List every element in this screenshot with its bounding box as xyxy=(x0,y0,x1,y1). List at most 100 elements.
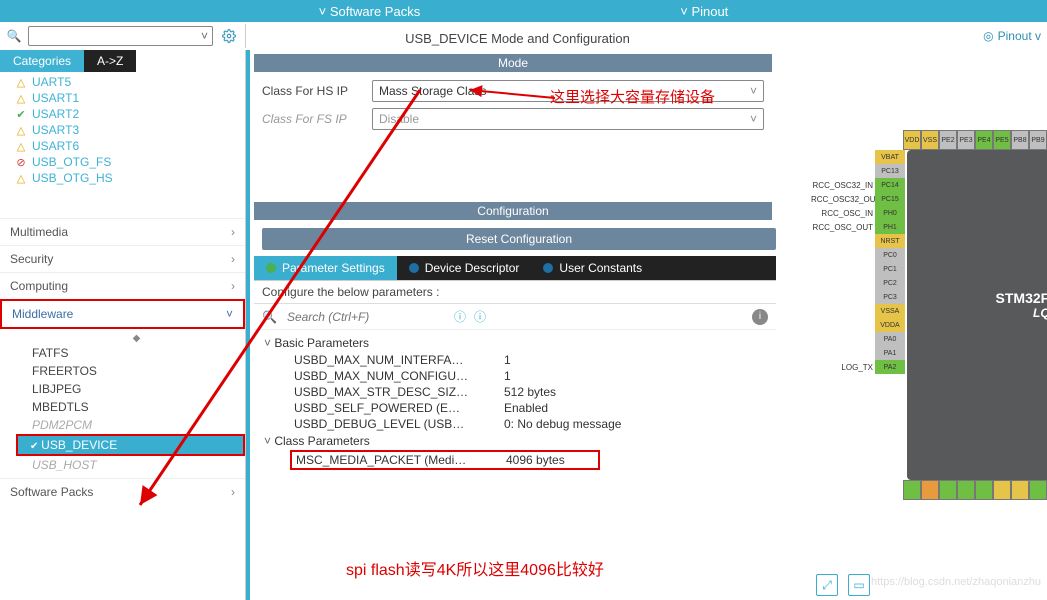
param-row[interactable]: USBD_MAX_NUM_INTERFA…1 xyxy=(264,352,766,368)
status-icon: △ xyxy=(14,140,28,153)
menu-pinout[interactable]: Pinout xyxy=(680,4,728,19)
chip-pin[interactable]: PB9 xyxy=(1029,130,1047,150)
gear-icon[interactable] xyxy=(219,26,239,46)
prev-icon[interactable]: ⓘ xyxy=(454,308,466,325)
chip-pin[interactable]: VBAT xyxy=(875,150,905,164)
chip-pin[interactable]: PA0 xyxy=(875,332,905,346)
param-row[interactable]: MSC_MEDIA_PACKET (Medi…4096 bytes xyxy=(290,450,600,470)
chip-pin[interactable]: VSSA xyxy=(875,304,905,318)
param-row[interactable]: USBD_SELF_POWERED (E…Enabled xyxy=(264,400,766,416)
tree-item-usart2[interactable]: ✔USART2 xyxy=(8,106,237,122)
search-nav[interactable]: ⓘⓘ xyxy=(454,308,486,325)
chip-pin[interactable]: VDD xyxy=(903,130,921,150)
tree-item-usart6[interactable]: △USART6 xyxy=(8,138,237,154)
category-middleware[interactable]: Middleware˅ xyxy=(0,299,245,329)
param-row[interactable]: USBD_MAX_STR_DESC_SIZ…512 bytes xyxy=(264,384,766,400)
chip-pin[interactable]: PE3 xyxy=(957,130,975,150)
class-fs-label: Class For FS IP xyxy=(262,112,372,126)
peripheral-search-combo[interactable] xyxy=(28,26,213,46)
status-icon: △ xyxy=(14,92,28,105)
pinout-view-button[interactable]: Pinout v xyxy=(998,29,1041,43)
target-icon[interactable]: ◎ xyxy=(983,29,993,43)
param-search-bar: 🔍 ⓘⓘ i xyxy=(254,304,776,330)
chip-pin[interactable]: PC3 xyxy=(875,290,905,304)
chip-pin[interactable]: PE2 xyxy=(939,130,957,150)
scroll-up-icon[interactable]: ◆ xyxy=(28,333,245,344)
chip-pin[interactable]: PB8 xyxy=(1011,130,1029,150)
config-header: Configuration xyxy=(254,202,772,220)
middleware-libjpeg[interactable]: LIBJPEG xyxy=(28,380,245,398)
tree-item-uart5[interactable]: △UART5 xyxy=(8,74,237,90)
status-icon: △ xyxy=(14,124,28,137)
chip-pin[interactable]: NRST xyxy=(875,234,905,248)
tab-parameter-settings[interactable]: Parameter Settings xyxy=(254,256,397,280)
chip-pin[interactable]: PC0 xyxy=(875,248,905,262)
chip-pin[interactable]: PE4 xyxy=(975,130,993,150)
search-icon: 🔍 xyxy=(262,310,277,324)
pin-label: LOG_TX xyxy=(811,363,875,372)
zoom-fit-button[interactable]: ⤢ xyxy=(816,574,838,596)
tree-item-usart3[interactable]: △USART3 xyxy=(8,122,237,138)
chip-pin[interactable]: PA2 xyxy=(875,360,905,374)
category-list: Multimedia› Security› Computing› Middlew… xyxy=(0,218,245,505)
chip-pin[interactable]: PC13 xyxy=(875,164,905,178)
param-row[interactable]: USBD_DEBUG_LEVEL (USB…0: No debug messag… xyxy=(264,416,766,432)
category-computing[interactable]: Computing› xyxy=(0,272,245,299)
chip-pin[interactable]: VSS xyxy=(921,130,939,150)
left-panel: Categories A->Z △UART5△USART1✔USART2△USA… xyxy=(0,50,246,600)
tab-user-constants[interactable]: User Constants xyxy=(531,256,654,280)
zoom-tool-button[interactable]: ▭ xyxy=(848,574,870,596)
group-basic-parameters[interactable]: Basic Parameters xyxy=(264,334,766,352)
info-icon[interactable]: i xyxy=(752,309,768,325)
tab-az[interactable]: A->Z xyxy=(84,50,136,72)
annotation-2: spi flash读写4K所以这里4096比较好 xyxy=(346,556,604,580)
chip-pin[interactable]: PC14 xyxy=(875,178,905,192)
chip-pin[interactable] xyxy=(903,480,921,500)
pin-label: RCC_OSC32_IN xyxy=(811,181,875,190)
status-icon: △ xyxy=(14,76,28,89)
group-class-parameters[interactable]: Class Parameters xyxy=(264,432,766,450)
chip-pin[interactable] xyxy=(957,480,975,500)
param-search-input[interactable] xyxy=(287,310,444,324)
sub-toolbar: 🔍 USB_DEVICE Mode and Configuration ◎ Pi… xyxy=(0,22,1047,50)
tree-item-usb_otg_hs[interactable]: △USB_OTG_HS xyxy=(8,170,237,186)
chip-pin[interactable] xyxy=(1029,480,1047,500)
category-multimedia[interactable]: Multimedia› xyxy=(0,218,245,245)
menu-software-packs[interactable]: Software Packs xyxy=(319,4,421,19)
chip-pin[interactable] xyxy=(939,480,957,500)
param-row[interactable]: USBD_MAX_NUM_CONFIGU…1 xyxy=(264,368,766,384)
page-title: USB_DEVICE Mode and Configuration xyxy=(246,27,789,46)
chip-body[interactable]: VBATPC13RCC_OSC32_INPC14RCC_OSC32_OUTPC1… xyxy=(907,150,1047,480)
middleware-fatfs[interactable]: FATFS xyxy=(28,344,245,362)
middleware-freertos[interactable]: FREERTOS xyxy=(28,362,245,380)
chip-pin[interactable]: PA1 xyxy=(875,346,905,360)
chip-pin[interactable] xyxy=(921,480,939,500)
chip-pin[interactable]: PH0 xyxy=(875,206,905,220)
status-icon: ⊘ xyxy=(14,156,28,169)
chip-pin[interactable]: PH1 xyxy=(875,220,905,234)
chip-pin[interactable] xyxy=(1011,480,1029,500)
chip-pin[interactable] xyxy=(993,480,1011,500)
chip-pin[interactable]: VDDA xyxy=(875,318,905,332)
middleware-mbedtls[interactable]: MBEDTLS xyxy=(28,398,245,416)
tree-item-usart1[interactable]: △USART1 xyxy=(8,90,237,106)
search-icon: 🔍 xyxy=(6,28,22,44)
config-panel: Mode Class For HS IP Mass Storage Class … xyxy=(246,50,776,600)
tab-device-descriptor[interactable]: Device Descriptor xyxy=(397,256,532,280)
middleware-usb_device[interactable]: USB_DEVICE xyxy=(16,434,245,456)
chip-pin[interactable]: PE5 xyxy=(993,130,1011,150)
category-security[interactable]: Security› xyxy=(0,245,245,272)
chip-pin[interactable]: PC1 xyxy=(875,262,905,276)
category-software-packs[interactable]: Software Packs› xyxy=(0,478,245,505)
next-icon[interactable]: ⓘ xyxy=(474,308,486,325)
tree-item-usb_otg_fs[interactable]: ⊘USB_OTG_FS xyxy=(8,154,237,170)
pin-label: RCC_OSC32_OUT xyxy=(811,195,875,204)
reset-config-button[interactable]: Reset Configuration xyxy=(262,228,776,250)
middleware-pdm2pcm: PDM2PCM xyxy=(28,416,245,434)
chip-pin[interactable] xyxy=(975,480,993,500)
chip-pin[interactable]: PC2 xyxy=(875,276,905,290)
splitter[interactable] xyxy=(246,50,250,600)
tab-categories[interactable]: Categories xyxy=(0,50,84,72)
chip-pin[interactable]: PC15 xyxy=(875,192,905,206)
pinout-toolbar: ⤢ ▭ xyxy=(816,574,870,596)
